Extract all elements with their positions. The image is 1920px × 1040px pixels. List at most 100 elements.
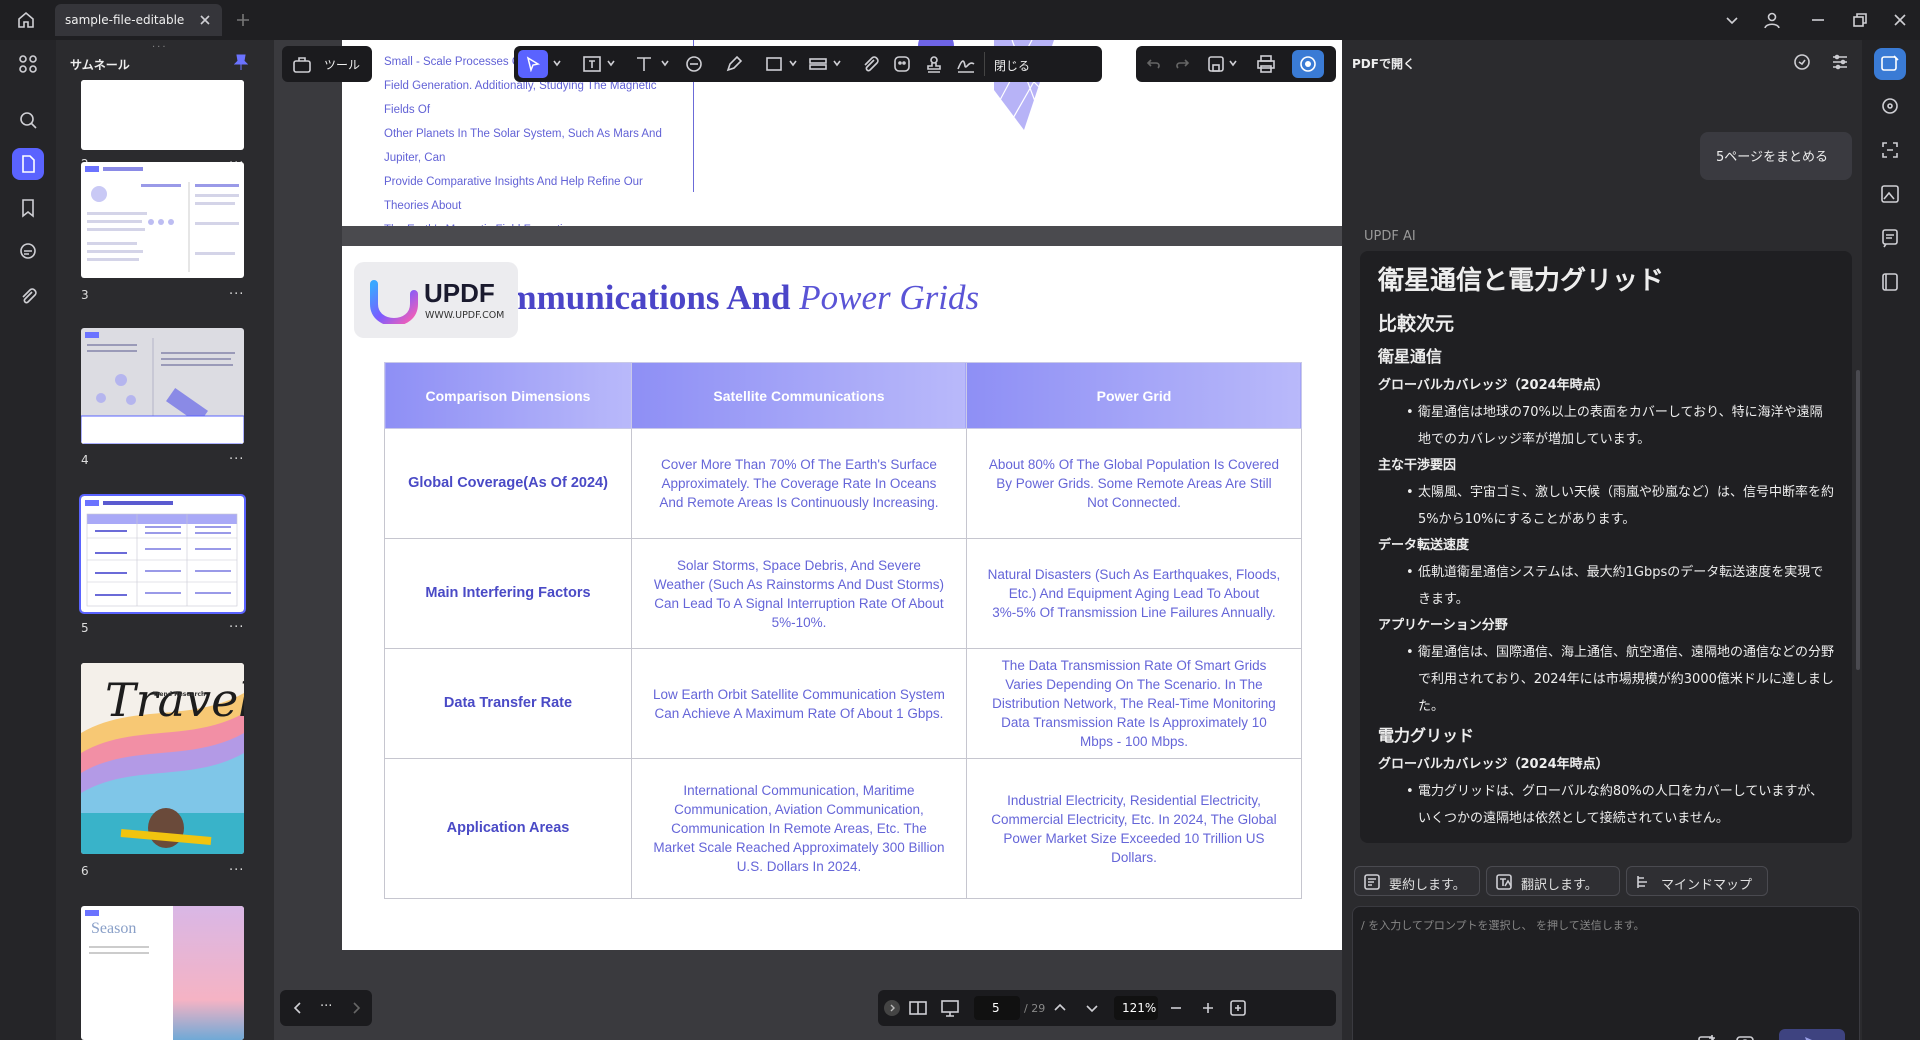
- rectangle-icon[interactable]: [764, 54, 784, 74]
- thumbnail-page-6[interactable]: Travel Trend Research: [81, 663, 244, 854]
- highlighter-icon[interactable]: [724, 54, 744, 74]
- summarize-chip[interactable]: 要約します。: [1354, 866, 1480, 896]
- attach-icon[interactable]: [860, 54, 880, 74]
- thumbnail-page-7[interactable]: Season: [81, 906, 244, 1040]
- chevron-down-icon[interactable]: [660, 58, 670, 68]
- thumbnail-page-2[interactable]: [81, 80, 244, 150]
- page-options-button[interactable]: ···: [229, 287, 244, 302]
- stamp-icon[interactable]: [924, 54, 944, 74]
- bullet-text: 電力グリッドは、グローバルな約80%の人口をカバーしていますが、いくつかの遠隔地…: [1418, 784, 1824, 826]
- zoom-in-icon[interactable]: [1200, 1000, 1216, 1016]
- translate-chip[interactable]: 翻訳します。: [1486, 866, 1620, 896]
- translate-icon: [1495, 873, 1513, 891]
- page-layout-icon[interactable]: [908, 998, 928, 1018]
- mindmap-chip[interactable]: マインドマップ: [1626, 866, 1768, 896]
- thumbnail-panel: サムネール ··· 2 ··· 3 ···: [56, 40, 272, 1040]
- history-icon[interactable]: [1792, 52, 1812, 72]
- chat-mode-button[interactable]: [1874, 48, 1906, 80]
- close-toolbar-button[interactable]: 閉じる: [994, 57, 1030, 74]
- attachment-icon[interactable]: [12, 280, 44, 312]
- tools-button[interactable]: ツール: [282, 46, 372, 82]
- search-icon[interactable]: [12, 104, 44, 136]
- table-cell: Low Earth Orbit Satellite Communication …: [630, 648, 967, 759]
- sticker-icon[interactable]: [892, 54, 912, 74]
- signature-icon[interactable]: [956, 54, 976, 74]
- apps-icon[interactable]: [12, 48, 44, 80]
- settings-sliders-icon[interactable]: [1830, 52, 1850, 72]
- fit-page-icon[interactable]: [1228, 998, 1248, 1018]
- collapse-icon[interactable]: [884, 1000, 900, 1016]
- page-down-icon[interactable]: [1084, 1000, 1100, 1016]
- ocr-icon[interactable]: [1880, 140, 1900, 160]
- total-pages: / 29: [1024, 1002, 1046, 1015]
- drag-handle[interactable]: ···: [152, 42, 168, 53]
- ai-chat-icon[interactable]: [1880, 96, 1900, 116]
- toolbox-icon: [292, 54, 312, 74]
- account-icon[interactable]: [1762, 10, 1782, 30]
- select-tool-button[interactable]: [518, 50, 548, 78]
- comment-tool-icon[interactable]: [684, 54, 704, 74]
- chevron-down-icon[interactable]: [1228, 58, 1238, 68]
- zoom-input[interactable]: 121%: [1114, 996, 1158, 1020]
- response-section: 電力グリッド: [1378, 726, 1475, 745]
- pin-icon[interactable]: [234, 54, 248, 70]
- image-ai-icon[interactable]: [1880, 184, 1900, 204]
- chevron-down-icon[interactable]: [552, 58, 562, 68]
- minimize-icon[interactable]: [1810, 12, 1826, 28]
- save-icon[interactable]: [1206, 54, 1226, 74]
- prompt-input[interactable]: / を入力してプロンプトを選択し、 を押して送信します。: [1352, 906, 1860, 1040]
- book-icon[interactable]: [1880, 272, 1900, 292]
- chevron-down-icon[interactable]: [832, 58, 842, 68]
- zoom-out-icon[interactable]: [1168, 1000, 1184, 1016]
- chevron-down-icon[interactable]: [1724, 12, 1740, 28]
- text-box-icon[interactable]: [582, 54, 602, 74]
- send-button[interactable]: [1779, 1029, 1845, 1040]
- bullet-text: 衛星通信は、国際通信、海上通信、航空通信、遠隔地の通信などの分野で利用されており…: [1418, 645, 1835, 714]
- page-number: 3: [81, 288, 89, 302]
- next-arrow-icon[interactable]: [348, 1000, 364, 1016]
- chat-document-icon[interactable]: [1880, 228, 1900, 248]
- presentation-icon[interactable]: [940, 998, 960, 1018]
- thumbnail-page-5[interactable]: [79, 494, 246, 614]
- comment-icon[interactable]: [12, 236, 44, 268]
- screenshot-icon[interactable]: [1735, 1033, 1755, 1040]
- print-icon[interactable]: [1256, 54, 1276, 74]
- scrollbar[interactable]: [1856, 370, 1860, 670]
- response-bullet: • 電力グリッドは、グローバルな約80%の人口をカバーしていますが、いくつかの遠隔…: [1406, 784, 1824, 826]
- table-cell-dimension: Global Coverage(As Of 2024): [384, 428, 632, 539]
- table-cell: About 80% Of The Global Population Is Co…: [965, 428, 1303, 539]
- page-up-icon[interactable]: [1052, 1000, 1068, 1016]
- page-options-button[interactable]: ···: [229, 452, 244, 467]
- document-canvas[interactable]: Small - Scale Processes O Field Generati…: [274, 40, 1342, 1040]
- page-options-button[interactable]: ···: [229, 620, 244, 635]
- chevron-down-icon[interactable]: [606, 58, 616, 68]
- more-button[interactable]: ···: [320, 999, 332, 1014]
- page-number-input[interactable]: 5: [974, 996, 1020, 1020]
- document-tab[interactable]: sample-file-editable: [55, 4, 222, 36]
- close-window-icon[interactable]: [1892, 12, 1908, 28]
- page-title: ommunications And Power Grids: [490, 278, 979, 318]
- left-rail: [0, 40, 56, 1040]
- updf-logo: UPDF WWW.UPDF.COM: [354, 262, 518, 338]
- page-number: 4: [81, 453, 89, 467]
- ai-assistant-button[interactable]: [1292, 50, 1324, 78]
- thumbnail-page-3[interactable]: [81, 162, 244, 278]
- chevron-down-icon[interactable]: [788, 58, 798, 68]
- undo-icon[interactable]: [1146, 56, 1162, 72]
- bookmark-icon[interactable]: [12, 192, 44, 224]
- home-icon[interactable]: [16, 10, 36, 30]
- thumbnail-page-4[interactable]: [81, 328, 244, 444]
- stamp-bar-icon[interactable]: [808, 54, 828, 74]
- ai-label: UPDF AI: [1364, 229, 1416, 244]
- prev-arrow-icon[interactable]: [290, 1000, 306, 1016]
- text-tool-icon[interactable]: [634, 54, 654, 74]
- image-upload-icon[interactable]: [1697, 1033, 1717, 1040]
- thumbnail-view-icon[interactable]: [12, 148, 44, 180]
- close-tab-icon[interactable]: [197, 12, 213, 28]
- redo-icon[interactable]: [1174, 56, 1190, 72]
- response-section: 衛星通信: [1378, 347, 1443, 366]
- restore-icon[interactable]: [1852, 12, 1868, 28]
- page-options-button[interactable]: ···: [229, 863, 244, 878]
- table-cell-dimension: Application Areas: [384, 758, 632, 899]
- new-tab-icon[interactable]: [235, 12, 251, 28]
